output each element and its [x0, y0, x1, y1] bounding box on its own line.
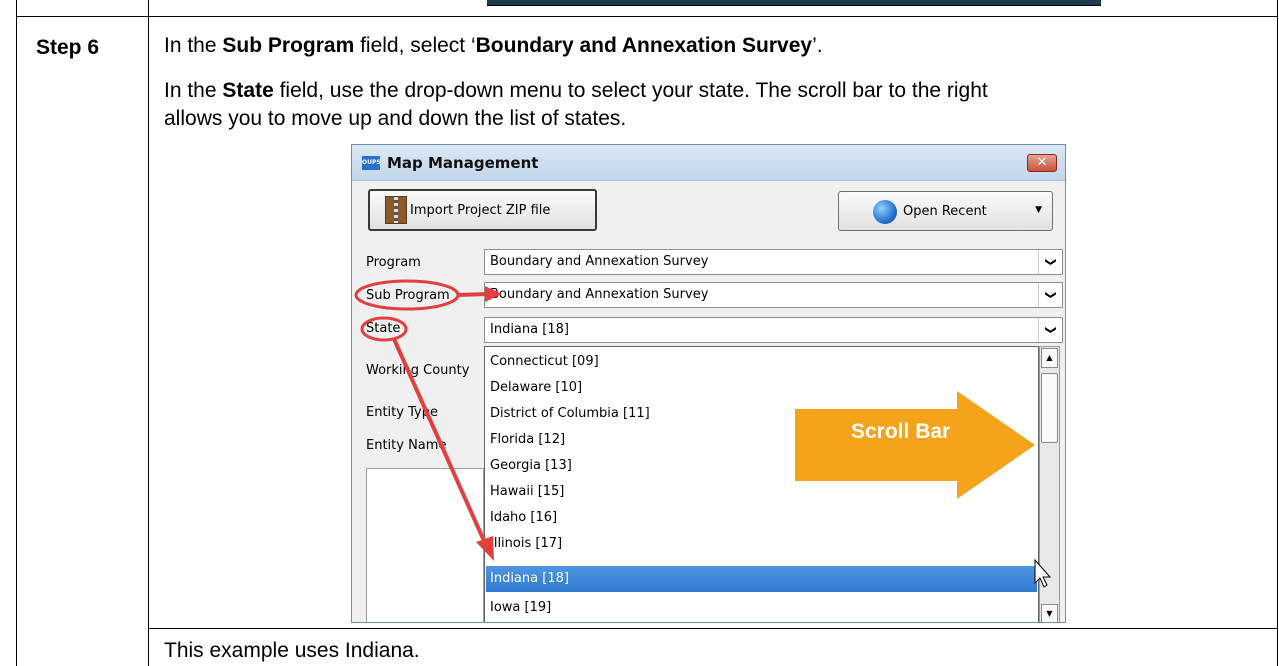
title-bar: OUPS Map Management ✕ — [352, 145, 1065, 181]
open-recent-button[interactable]: Open Recent ▼ — [838, 191, 1053, 231]
entity-type-label: Entity Type — [366, 405, 438, 420]
footer-note: This example uses Indiana. — [164, 639, 420, 662]
instruction-line-2: In the State field, use the drop-down me… — [164, 79, 988, 102]
list-item[interactable]: Illinois [17] — [486, 531, 1037, 557]
list-item[interactable]: Idaho [16] — [486, 505, 1037, 531]
scroll-thumb[interactable] — [1041, 373, 1058, 443]
window-title: Map Management — [387, 154, 539, 172]
table-border-left — [16, 0, 17, 666]
instruction-line-3: allows you to move up and down the list … — [164, 107, 627, 130]
state-select[interactable]: Indiana [18] ❯ — [484, 317, 1063, 343]
callout-arrow-icon — [795, 391, 1035, 499]
scroll-up-arrow-icon[interactable]: ▲ — [1041, 348, 1058, 368]
list-item[interactable]: Iowa [19] — [486, 595, 1037, 621]
scroll-down-arrow-icon[interactable]: ▼ — [1041, 604, 1058, 622]
chevron-down-icon[interactable]: ▼ — [1035, 205, 1042, 215]
entity-name-label: Entity Name — [366, 438, 447, 453]
import-button-label: Import Project ZIP file — [410, 203, 551, 218]
state-value: Indiana [18] — [490, 322, 569, 337]
working-county-label: Working County — [366, 363, 470, 378]
close-button[interactable]: ✕ — [1027, 154, 1057, 172]
program-label: Program — [366, 255, 421, 270]
program-value: Boundary and Annexation Survey — [490, 254, 709, 269]
sub-program-value: Boundary and Annexation Survey — [490, 287, 709, 302]
zip-file-icon — [385, 196, 407, 224]
table-divider — [148, 0, 149, 666]
top-banner — [487, 0, 1101, 6]
entity-name-list[interactable] — [366, 468, 484, 622]
sub-program-select[interactable]: Boundary and Annexation Survey ❯ — [484, 282, 1063, 308]
chevron-down-icon[interactable]: ❯ — [1038, 250, 1062, 274]
table-row-bottom — [148, 628, 1278, 629]
scrollbar[interactable]: ▲ ▼ — [1039, 346, 1060, 622]
table-border-right — [1277, 0, 1278, 666]
list-item[interactable]: Connecticut [09] — [486, 349, 1037, 375]
list-item-selected[interactable]: Indiana [18] — [486, 566, 1037, 592]
scroll-bar-callout-label: Scroll Bar — [851, 420, 951, 443]
instruction-line-1: In the Sub Program field, select ‘Bounda… — [164, 34, 823, 57]
chevron-down-icon[interactable]: ❯ — [1038, 318, 1062, 342]
open-recent-label: Open Recent — [903, 204, 987, 219]
globe-icon — [873, 200, 897, 224]
step-label: Step 6 — [36, 36, 100, 59]
app-logo-icon: OUPS — [362, 156, 381, 170]
table-row-top — [16, 16, 1278, 17]
import-project-zip-button[interactable]: Import Project ZIP file — [368, 189, 597, 231]
map-management-window: OUPS Map Management ✕ Import Project ZIP… — [351, 144, 1066, 623]
state-label: State — [366, 321, 401, 336]
sub-program-label: Sub Program — [366, 288, 450, 303]
program-select[interactable]: Boundary and Annexation Survey ❯ — [484, 249, 1063, 275]
chevron-down-icon[interactable]: ❯ — [1038, 283, 1062, 307]
